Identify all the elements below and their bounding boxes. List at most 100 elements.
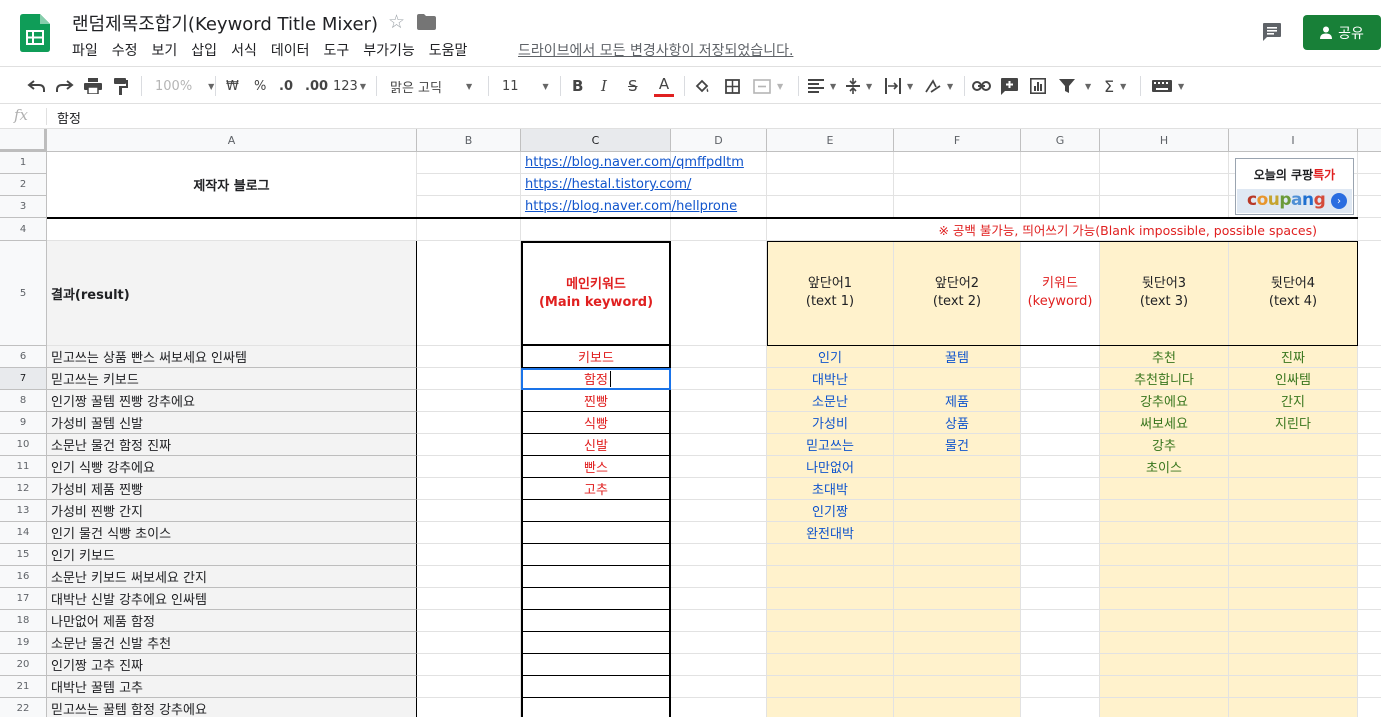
row-header-16[interactable]: 16 <box>0 566 47 588</box>
text4-header[interactable]: 뒷단어4 (text 4) <box>1229 241 1358 346</box>
text-color-button[interactable]: A <box>654 67 674 105</box>
text3-h6[interactable]: 추천 <box>1100 346 1229 368</box>
cell-h3[interactable] <box>1100 196 1229 218</box>
menu-edit[interactable]: 수정 <box>112 40 138 60</box>
row-header-12[interactable]: 12 <box>0 478 47 500</box>
fill-color-icon[interactable] <box>695 67 711 105</box>
cell-d10[interactable] <box>671 434 767 456</box>
row-header-9[interactable]: 9 <box>0 412 47 434</box>
cell-f1[interactable] <box>894 152 1021 174</box>
cell-e3[interactable] <box>767 196 894 218</box>
cell-b21[interactable] <box>417 676 521 698</box>
menu-addons[interactable]: 부가기능 <box>363 40 415 60</box>
result-cell-a20[interactable]: 인기짱 고추 진짜 <box>47 654 417 676</box>
cell-c22[interactable] <box>521 698 671 717</box>
cell-g12[interactable] <box>1021 478 1100 500</box>
insert-comment-icon[interactable] <box>1001 67 1018 105</box>
main-keyword-c10[interactable]: 신발 <box>521 434 671 456</box>
main-keyword-c9[interactable]: 식빵 <box>521 412 671 434</box>
document-title[interactable]: 랜덤제목조합기(Keyword Title Mixer) <box>72 10 378 36</box>
result-cell-a7[interactable]: 믿고쓰는 키보드 <box>47 368 417 390</box>
main-keyword-c7[interactable]: 함정 <box>521 368 671 390</box>
italic-button[interactable]: I <box>601 67 607 105</box>
redo-icon[interactable] <box>56 67 74 105</box>
cell-b16[interactable] <box>417 566 521 588</box>
keyword-header[interactable]: 키워드 (keyword) <box>1021 241 1100 346</box>
text4-i9[interactable]: 지린다 <box>1229 412 1358 434</box>
text1-e13[interactable]: 인기짱 <box>767 500 894 522</box>
font-family-select[interactable]: 맑은 고딕 ▼ <box>390 67 472 105</box>
text2-header[interactable]: 앞단어2 (text 2) <box>894 241 1021 346</box>
filter-icon[interactable]: ▼ <box>1059 67 1091 105</box>
cell-b12[interactable] <box>417 478 521 500</box>
cell-c21[interactable] <box>521 676 671 698</box>
row-header-2[interactable]: 2 <box>0 174 47 196</box>
sheets-logo-icon[interactable] <box>20 14 50 52</box>
text1-header[interactable]: 앞단어1 (text 1) <box>767 241 894 346</box>
zoom-select[interactable]: 100% ▼ <box>155 67 214 105</box>
cell-c4[interactable] <box>521 218 671 241</box>
cell-e15[interactable] <box>767 544 894 566</box>
cell-b3[interactable] <box>417 196 521 218</box>
result-cell-a11[interactable]: 인기 식빵 강추에요 <box>47 456 417 478</box>
cell-b14[interactable] <box>417 522 521 544</box>
cell-b6[interactable] <box>417 346 521 368</box>
row-header-17[interactable]: 17 <box>0 588 47 610</box>
undo-icon[interactable] <box>27 67 45 105</box>
cell-d4[interactable] <box>671 218 767 241</box>
cell-g7[interactable] <box>1021 368 1100 390</box>
input-tools-icon[interactable]: ▼ <box>1152 67 1184 105</box>
cell-g11[interactable] <box>1021 456 1100 478</box>
text1-e10[interactable]: 믿고쓰는 <box>767 434 894 456</box>
cell-d16[interactable] <box>671 566 767 588</box>
cell-h13[interactable] <box>1100 500 1229 522</box>
result-cell-a18[interactable]: 나만없어 제품 함정 <box>47 610 417 632</box>
cell-b7[interactable] <box>417 368 521 390</box>
text1-e14[interactable]: 완전대박 <box>767 522 894 544</box>
row-header-22[interactable]: 22 <box>0 698 47 717</box>
percent-format-button[interactable]: % <box>254 67 266 105</box>
column-header-e[interactable]: E <box>767 129 894 152</box>
cell-c14[interactable] <box>521 522 671 544</box>
cell-f12[interactable] <box>894 478 1021 500</box>
borders-icon[interactable] <box>725 67 740 105</box>
column-header-a[interactable]: A <box>47 129 417 152</box>
align-vertical-icon[interactable]: ▼ <box>846 67 872 105</box>
result-cell-a22[interactable]: 믿고쓰는 꿀템 함정 강추에요 <box>47 698 417 717</box>
text-rotation-icon[interactable]: ▼ <box>925 67 953 105</box>
cell-g21[interactable] <box>1021 676 1100 698</box>
text4-i6[interactable]: 진짜 <box>1229 346 1358 368</box>
row-header-1[interactable]: 1 <box>0 152 47 174</box>
result-cell-a10[interactable]: 소문난 물건 함정 진짜 <box>47 434 417 456</box>
cell-f13[interactable] <box>894 500 1021 522</box>
cell-d8[interactable] <box>671 390 767 412</box>
insert-chart-icon[interactable] <box>1030 67 1046 105</box>
cell-i11[interactable] <box>1229 456 1358 478</box>
formula-input[interactable]: 함정 <box>57 108 81 127</box>
result-cell-a19[interactable]: 소문난 물건 신발 추천 <box>47 632 417 654</box>
cell-b11[interactable] <box>417 456 521 478</box>
cell-g6[interactable] <box>1021 346 1100 368</box>
row-header-14[interactable]: 14 <box>0 522 47 544</box>
cell-f21[interactable] <box>894 676 1021 698</box>
cell-h2[interactable] <box>1100 174 1229 196</box>
cell-i13[interactable] <box>1229 500 1358 522</box>
cell-f22[interactable] <box>894 698 1021 717</box>
share-button[interactable]: 공유 <box>1303 15 1381 50</box>
paint-format-icon[interactable] <box>114 67 128 105</box>
text4-i8[interactable]: 간지 <box>1229 390 1358 412</box>
cell-b4[interactable] <box>417 218 521 241</box>
cell-d13[interactable] <box>671 500 767 522</box>
text3-header[interactable]: 뒷단어3 (text 3) <box>1100 241 1229 346</box>
cell-b22[interactable] <box>417 698 521 717</box>
cell-e20[interactable] <box>767 654 894 676</box>
cell-b17[interactable] <box>417 588 521 610</box>
cell-d19[interactable] <box>671 632 767 654</box>
main-keyword-header[interactable]: 메인키워드 (Main keyword) <box>521 241 671 346</box>
more-formats-select[interactable]: 123 ▼ <box>333 67 366 105</box>
font-size-select[interactable]: 11 ▼ <box>502 67 549 105</box>
blog-link-2[interactable]: https://hestal.tistory.com/ <box>521 174 767 196</box>
cell-d7[interactable] <box>671 368 767 390</box>
row-header-10[interactable]: 10 <box>0 434 47 456</box>
cell-c20[interactable] <box>521 654 671 676</box>
